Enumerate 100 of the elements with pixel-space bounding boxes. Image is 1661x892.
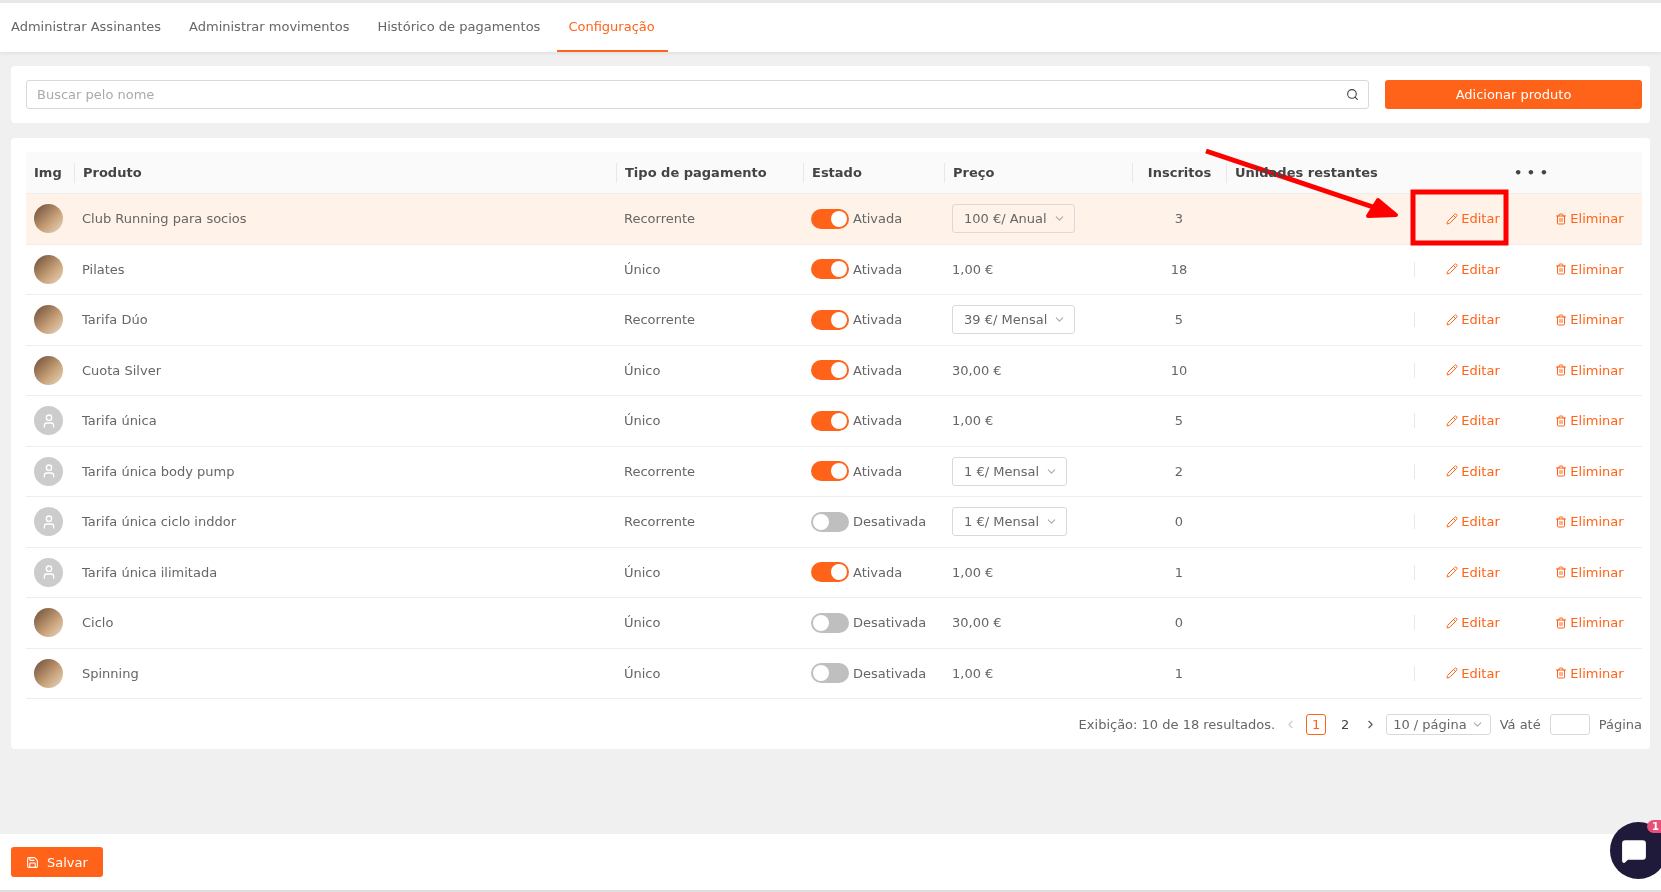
status-label: Ativada bbox=[853, 312, 903, 328]
delete-link[interactable]: Eliminar bbox=[1555, 362, 1624, 378]
tab[interactable]: Configuração bbox=[557, 3, 668, 52]
pencil-icon bbox=[1446, 313, 1459, 326]
photo-placeholder bbox=[34, 254, 63, 284]
payment-type: Único bbox=[623, 362, 662, 378]
status-toggle[interactable] bbox=[811, 259, 849, 280]
status-label: Ativada bbox=[853, 211, 903, 227]
column-header: Tipo de pagamento bbox=[616, 162, 803, 183]
price: 30,00 € bbox=[951, 615, 1003, 631]
delete-link[interactable]: Eliminar bbox=[1555, 514, 1624, 530]
edit-link[interactable]: Editar bbox=[1446, 312, 1500, 328]
subscribers-count: 0 bbox=[1173, 514, 1185, 530]
subscribers-count: 1 bbox=[1173, 665, 1185, 681]
add-product-button[interactable]: Adicionar produto bbox=[1385, 80, 1642, 109]
price-select[interactable]: 1 €/ Mensal bbox=[952, 507, 1067, 537]
tab[interactable]: Histórico de pagamentos bbox=[366, 3, 554, 52]
avatar-placeholder bbox=[34, 557, 63, 587]
price: 1,00 € bbox=[951, 413, 995, 429]
avatar-placeholder bbox=[34, 406, 63, 436]
subscribers-count: 3 bbox=[1173, 211, 1185, 227]
trash-icon bbox=[1555, 566, 1568, 579]
edit-link[interactable]: Editar bbox=[1446, 615, 1500, 631]
payment-type: Único bbox=[623, 413, 662, 429]
pencil-icon bbox=[1446, 263, 1459, 276]
payment-type: Recorrente bbox=[623, 514, 697, 530]
tab[interactable]: Administrar Assinantes bbox=[0, 3, 175, 52]
tab[interactable]: Administrar movimentos bbox=[178, 3, 363, 52]
delete-link[interactable]: Eliminar bbox=[1555, 615, 1624, 631]
edit-link[interactable]: Editar bbox=[1446, 463, 1500, 479]
page-number[interactable]: 1 bbox=[1306, 713, 1327, 735]
chat-button[interactable]: 1 bbox=[1610, 822, 1661, 879]
photo-placeholder bbox=[34, 204, 63, 234]
subscribers-count: 0 bbox=[1173, 615, 1185, 631]
trash-icon bbox=[1555, 313, 1568, 326]
subscribers-count: 5 bbox=[1173, 312, 1185, 328]
product-name: Tarifa única ciclo inddor bbox=[81, 514, 237, 530]
save-button[interactable]: Salvar bbox=[11, 847, 103, 877]
subscribers-count: 5 bbox=[1173, 413, 1185, 429]
status-toggle[interactable] bbox=[811, 511, 849, 532]
price: 1,00 € bbox=[951, 665, 995, 681]
goto-page-field[interactable] bbox=[1549, 713, 1590, 735]
product-name: Tarifa única body pump bbox=[81, 463, 236, 479]
subscribers-count: 2 bbox=[1173, 463, 1185, 479]
pencil-icon bbox=[1446, 465, 1459, 478]
status-toggle[interactable] bbox=[811, 360, 849, 381]
delete-link[interactable]: Eliminar bbox=[1555, 463, 1624, 479]
payment-type: Único bbox=[623, 665, 662, 681]
delete-link[interactable]: Eliminar bbox=[1555, 312, 1624, 328]
save-icon bbox=[26, 855, 39, 869]
trash-icon bbox=[1555, 667, 1568, 680]
delete-link[interactable]: Eliminar bbox=[1555, 413, 1624, 429]
page-number[interactable]: 2 bbox=[1335, 713, 1356, 735]
column-header: Img bbox=[33, 163, 63, 182]
search-field[interactable]: Buscar pelo nome bbox=[26, 80, 1369, 109]
page-label: Página bbox=[1598, 716, 1642, 732]
status-label: Ativada bbox=[853, 362, 903, 378]
status-label: Ativada bbox=[853, 564, 903, 580]
page-size-select[interactable]: 10 / página bbox=[1386, 713, 1491, 735]
edit-link[interactable]: Editar bbox=[1446, 261, 1500, 277]
price-select[interactable]: 100 €/ Anual bbox=[952, 204, 1075, 234]
edit-link[interactable]: Editar bbox=[1446, 362, 1500, 378]
pencil-icon bbox=[1446, 616, 1459, 629]
price: 1,00 € bbox=[951, 261, 995, 277]
pencil-icon bbox=[1446, 364, 1459, 377]
product-name: Ciclo bbox=[81, 615, 115, 631]
photo-placeholder bbox=[34, 608, 63, 638]
price-select[interactable]: 1 €/ Mensal bbox=[952, 456, 1067, 486]
status-toggle[interactable] bbox=[811, 612, 849, 633]
payment-type: Único bbox=[623, 261, 662, 277]
delete-link[interactable]: Eliminar bbox=[1555, 564, 1624, 580]
edit-link[interactable]: Editar bbox=[1446, 665, 1500, 681]
status-toggle[interactable] bbox=[811, 208, 849, 229]
payment-type: Recorrente bbox=[623, 463, 697, 479]
edit-link[interactable]: Editar bbox=[1446, 514, 1500, 530]
status-toggle[interactable] bbox=[811, 309, 849, 330]
pencil-icon bbox=[1446, 515, 1459, 528]
status-toggle[interactable] bbox=[811, 562, 849, 583]
price-select[interactable]: 39 €/ Mensal bbox=[952, 305, 1076, 335]
edit-link[interactable]: Editar bbox=[1446, 211, 1500, 227]
column-header: • • • bbox=[1513, 163, 1549, 182]
pencil-icon bbox=[1446, 212, 1459, 225]
table-row[interactable]: Club Running para socios Recorrente Ativada 100 €/ Anual 3 Editar Eliminar bbox=[26, 194, 1642, 245]
status-label: Desativada bbox=[853, 665, 927, 681]
delete-link[interactable]: Eliminar bbox=[1555, 665, 1624, 681]
edit-link[interactable]: Editar bbox=[1446, 564, 1500, 580]
photo-placeholder bbox=[34, 658, 63, 688]
product-name: Club Running para socios bbox=[81, 211, 248, 227]
column-header: Produto bbox=[74, 162, 616, 183]
trash-icon bbox=[1555, 465, 1568, 478]
status-toggle[interactable] bbox=[811, 461, 849, 482]
trash-icon bbox=[1555, 414, 1568, 427]
status-toggle[interactable] bbox=[811, 663, 849, 684]
delete-link[interactable]: Eliminar bbox=[1555, 261, 1624, 277]
delete-link[interactable]: Eliminar bbox=[1555, 211, 1624, 227]
column-header: Preço bbox=[944, 162, 1132, 183]
column-header: Estado bbox=[803, 162, 944, 183]
edit-link[interactable]: Editar bbox=[1446, 413, 1500, 429]
status-toggle[interactable] bbox=[811, 410, 849, 431]
subscribers-count: 10 bbox=[1169, 362, 1189, 378]
